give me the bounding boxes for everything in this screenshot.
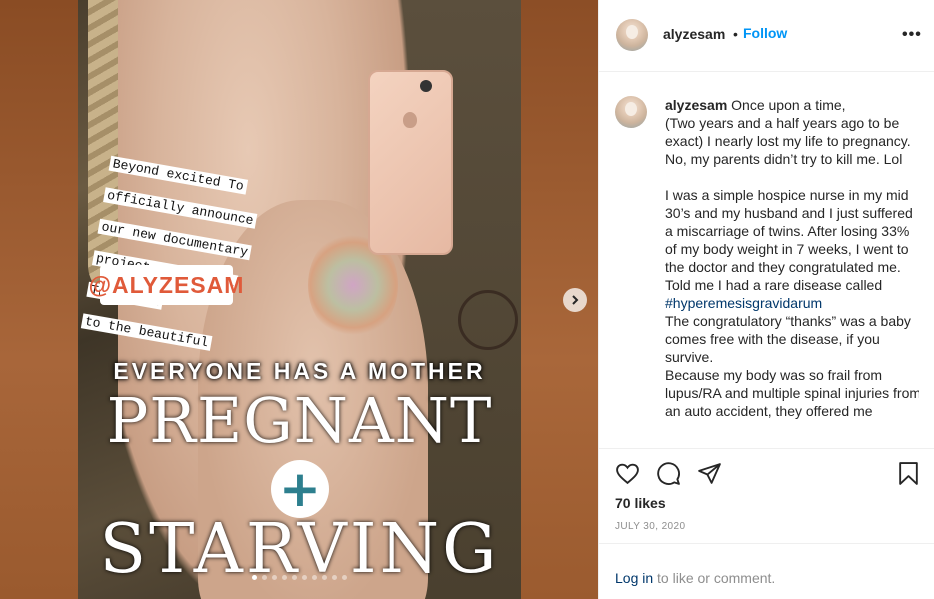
carousel-dot[interactable] [262, 575, 267, 580]
likes-count[interactable]: 70 likes [615, 495, 666, 511]
handle-tag: @ALYZESAM [89, 265, 243, 305]
carousel-dot[interactable] [282, 575, 287, 580]
hashtag-link[interactable]: #hyperemesisgravidarum [665, 295, 822, 311]
caption-paragraph: The congratulatory “thanks” was a baby c… [665, 313, 911, 365]
carousel-dot[interactable] [252, 575, 257, 580]
header-username[interactable]: alyzesam [663, 26, 725, 42]
post-photo[interactable]: Beyond excited To officially announce ou… [78, 0, 521, 599]
caption-gap [665, 168, 919, 186]
more-icon[interactable]: ••• [902, 26, 922, 44]
carousel-next-button[interactable] [563, 288, 587, 312]
phone-logo [403, 112, 417, 128]
post-side-panel: alyzesam • Follow ••• alyzesam Once upon… [598, 0, 934, 599]
carousel-dot[interactable] [332, 575, 337, 580]
title-top-text: PREGNANT [106, 384, 493, 457]
follow-button[interactable]: Follow [743, 25, 787, 41]
action-icons [615, 461, 722, 486]
media-backdrop-left [0, 0, 78, 599]
carousel-dot[interactable] [342, 575, 347, 580]
carousel-dot[interactable] [272, 575, 277, 580]
carousel-dot[interactable] [302, 575, 307, 580]
caption-avatar[interactable] [615, 96, 647, 128]
carousel-dots [78, 575, 521, 580]
caption-paragraph: Because my body was so frail from lupus/… [665, 367, 919, 419]
share-icon[interactable] [697, 461, 722, 486]
login-prompt: Log in to like or comment. [599, 543, 934, 599]
caption-text: alyzesam Once upon a time, (Two years an… [665, 96, 919, 420]
photo-bracelet [458, 290, 518, 350]
bookmark-icon[interactable] [896, 461, 921, 486]
caption-area: alyzesam Once upon a time, (Two years an… [615, 88, 919, 448]
carousel-dot[interactable] [312, 575, 317, 580]
post-media: Beyond excited To officially announce ou… [0, 0, 598, 599]
caption-username[interactable]: alyzesam [665, 97, 727, 113]
carousel-dot[interactable] [322, 575, 327, 580]
post-header: alyzesam • Follow ••• [599, 0, 934, 72]
photo-phone [368, 70, 453, 255]
carousel-dot[interactable] [292, 575, 297, 580]
login-link[interactable]: Log in [615, 570, 653, 586]
post-date: JULY 30, 2020 [615, 521, 686, 532]
caption-paragraph: I was a simple hospice nurse in my mid 3… [665, 187, 913, 293]
plus-sign: + [279, 460, 321, 518]
login-text: to like or comment. [653, 570, 776, 586]
headline-text: EVERYONE HAS A MOTHER [113, 358, 486, 384]
phone-camera [420, 80, 432, 92]
post-actions: 70 likes JULY 30, 2020 Log in to like or… [599, 448, 934, 599]
comment-icon[interactable] [656, 461, 681, 486]
separator-dot: • [733, 26, 738, 42]
caption-first-paragraph: alyzesam Once upon a time, (Two years an… [665, 96, 919, 168]
note-line: to the beautiful [80, 313, 213, 351]
chevron-right-icon [572, 295, 579, 305]
note-line: Beyond excited To [108, 155, 248, 195]
heart-icon[interactable] [615, 461, 640, 486]
avatar[interactable] [616, 19, 648, 51]
